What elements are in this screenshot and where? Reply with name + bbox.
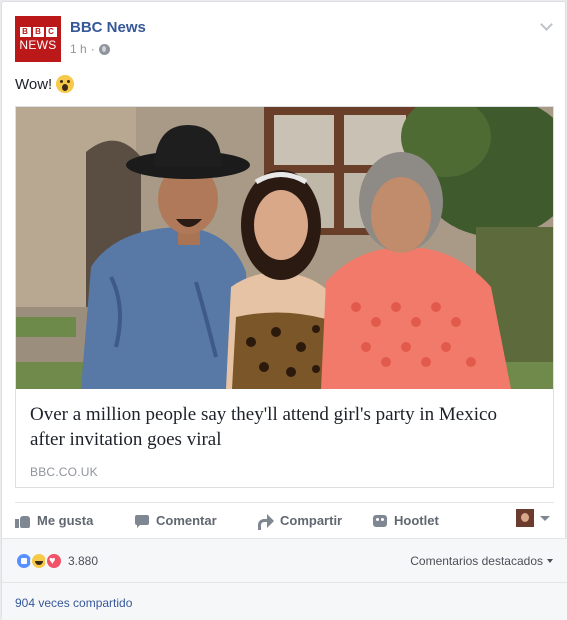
post-text: Wow! — [15, 75, 75, 93]
logo-letter: C — [45, 27, 57, 37]
link-domain: BBC.CO.UK — [30, 465, 98, 479]
timestamp-link[interactable]: 1 h — [70, 42, 87, 56]
share-button[interactable]: Compartir — [258, 513, 343, 530]
logo-letter: B — [19, 27, 31, 37]
post-card: B B C NEWS BBC News 1 h · Wow! Over a mi… — [1, 1, 567, 620]
comment-sort-label: Comentarios destacados — [410, 554, 543, 568]
globe-icon — [98, 43, 110, 55]
page-name-link[interactable]: BBC News — [70, 19, 146, 36]
comment-button[interactable]: Comentar — [134, 513, 217, 528]
wow-emoji-icon — [56, 75, 75, 93]
meta-separator: · — [90, 42, 95, 56]
hootlet-label: Hootlet — [394, 513, 439, 528]
logo-letter: B — [32, 27, 44, 37]
reaction-count[interactable]: 3.880 — [68, 554, 98, 568]
bbc-logo: B B C — [19, 27, 57, 37]
post-actions-bar: Me gusta Comentar Compartir Hootlet — [15, 502, 554, 537]
post-meta: 1 h · — [70, 42, 110, 56]
reactions-summary-bar: 3.880 Comentarios destacados — [2, 538, 567, 582]
link-image[interactable] — [16, 107, 553, 389]
reactions-summary[interactable]: 3.880 — [15, 552, 98, 570]
link-preview-card[interactable]: Over a million people say they'll attend… — [15, 106, 554, 488]
share-arrow-icon — [258, 513, 274, 530]
caret-down-icon — [547, 559, 553, 563]
shares-bar: 904 veces compartido — [2, 582, 567, 620]
chevron-down-icon[interactable] — [540, 18, 553, 31]
logo-word: NEWS — [19, 38, 57, 52]
link-title[interactable]: Over a million people say they'll attend… — [30, 402, 530, 452]
thumbs-up-icon — [15, 514, 31, 528]
hootlet-button[interactable]: Hootlet — [372, 513, 439, 528]
comment-sort-dropdown[interactable]: Comentarios destacados — [410, 554, 553, 568]
comment-icon — [134, 514, 150, 528]
share-label: Compartir — [280, 513, 343, 528]
hootlet-icon — [372, 514, 388, 528]
comment-label: Comentar — [156, 513, 217, 528]
post-message: Wow! — [15, 75, 53, 93]
like-button[interactable]: Me gusta — [15, 513, 93, 528]
love-reaction-icon — [45, 552, 63, 570]
share-count-link[interactable]: 904 veces compartido — [15, 596, 132, 610]
like-label: Me gusta — [37, 513, 94, 528]
reaction-as-selector[interactable] — [516, 509, 550, 527]
page-avatar[interactable]: B B C NEWS — [15, 16, 61, 62]
user-avatar — [516, 509, 534, 527]
caret-down-icon — [540, 515, 550, 521]
